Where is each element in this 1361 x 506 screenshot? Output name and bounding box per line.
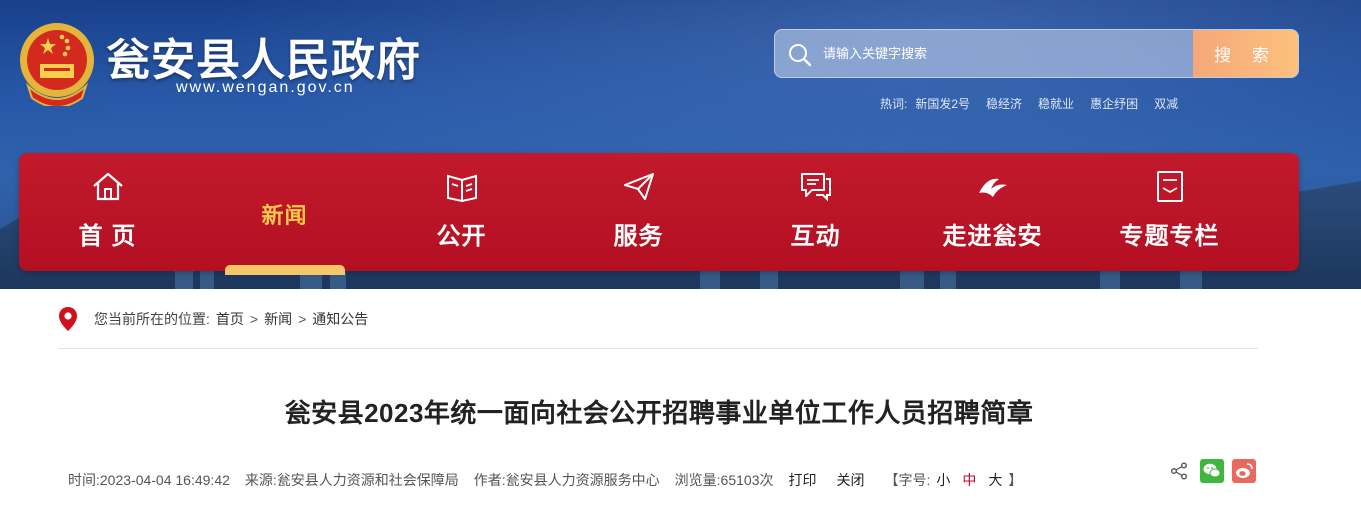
- hotword-link[interactable]: 稳经济: [986, 95, 1022, 112]
- nav-label: 走进瓮安: [942, 223, 1043, 250]
- location-pin-icon: [59, 307, 77, 331]
- active-indicator: [225, 265, 345, 275]
- hotword-link[interactable]: 双减: [1154, 95, 1178, 112]
- nav-label: 新闻: [261, 203, 308, 228]
- article-title: 瓮安县2023年统一面向社会公开招聘事业单位工作人员招聘简章: [284, 398, 1034, 428]
- font-size-medium[interactable]: 中: [962, 470, 976, 490]
- font-size-large[interactable]: 大: [988, 470, 1002, 490]
- weibo-icon[interactable]: [1232, 459, 1256, 483]
- article-source: 来源:瓮安县人力资源和社会保障局: [244, 472, 459, 488]
- hotword-link[interactable]: 惠企纾困: [1090, 95, 1138, 112]
- share-bar: [1170, 459, 1256, 483]
- font-size-suffix: 】: [1008, 472, 1023, 488]
- nav-item-topics[interactable]: 专题专栏: [1081, 153, 1258, 271]
- nav-item-interaction[interactable]: 互动: [727, 153, 904, 271]
- nav-item-news[interactable]: 新闻: [196, 153, 373, 275]
- nav-item-home[interactable]: 首 页: [19, 153, 196, 271]
- hotwords: 热词: 新国发2号 稳经济 稳就业 惠企纾困 双减: [880, 95, 1178, 112]
- nav-item-open[interactable]: 公开: [373, 153, 550, 271]
- hotword-link[interactable]: 新国发2号: [915, 95, 970, 112]
- breadcrumb-home[interactable]: 首页: [216, 309, 244, 329]
- breadcrumb: 您当前所在的位置: 首页 > 新闻 > 通知公告: [58, 306, 368, 332]
- nav-label: 首 页: [78, 223, 137, 250]
- nav-label: 服务: [613, 223, 664, 250]
- paper-plane-icon: [623, 173, 654, 200]
- site-domain: www.wengan.gov.cn: [176, 79, 355, 96]
- breadcrumb-news[interactable]: 新闻: [264, 309, 292, 329]
- font-size-small[interactable]: 小: [936, 470, 950, 490]
- print-button[interactable]: 打印: [789, 470, 817, 490]
- search-input[interactable]: [823, 30, 1193, 77]
- book-icon: [446, 174, 477, 203]
- publish-time: 时间:2023-04-04 16:49:42: [68, 472, 230, 488]
- national-emblem-icon: [20, 23, 94, 106]
- hotwords-label: 热词:: [880, 97, 908, 111]
- nav-item-service[interactable]: 服务: [550, 153, 727, 271]
- font-size-label: 【字号:: [884, 472, 931, 488]
- breadcrumb-prefix: 您当前所在的位置:: [94, 311, 210, 327]
- document-icon: [1156, 171, 1183, 202]
- breadcrumb-separator: >: [298, 311, 307, 327]
- wengan-logo-icon: [978, 178, 1007, 197]
- nav-label: 互动: [790, 223, 841, 250]
- chat-icon: [800, 173, 831, 202]
- breadcrumb-notices[interactable]: 通知公告: [312, 309, 368, 329]
- view-count: 浏览量:65103次: [674, 472, 774, 488]
- header-banner: 瓮安县人民政府 www.wengan.gov.cn 搜 索 热词: 新国发2号 …: [0, 0, 1361, 289]
- wechat-icon[interactable]: [1200, 459, 1224, 483]
- share-icon[interactable]: [1170, 462, 1188, 480]
- search-button[interactable]: 搜 索: [1193, 30, 1298, 77]
- nav-item-about[interactable]: 走进瓮安: [904, 153, 1081, 271]
- main-nav: 首 页 新闻 公开 服务 互动 走进瓮安 专题专栏: [19, 153, 1299, 275]
- article-meta: 时间:2023-04-04 16:49:42 来源:瓮安县人力资源和社会保障局 …: [68, 470, 1022, 490]
- hotword-link[interactable]: 稳就业: [1038, 95, 1074, 112]
- close-button[interactable]: 关闭: [837, 470, 865, 490]
- home-icon: [92, 172, 123, 201]
- nav-label: 公开: [436, 223, 487, 250]
- breadcrumb-separator: >: [249, 311, 259, 327]
- search-icon: [789, 44, 812, 67]
- article-author: 作者:瓮安县人力资源服务中心: [473, 472, 660, 488]
- search-box: 搜 索: [774, 29, 1299, 78]
- nav-label: 专题专栏: [1119, 223, 1220, 250]
- breadcrumb-divider: [58, 348, 1258, 349]
